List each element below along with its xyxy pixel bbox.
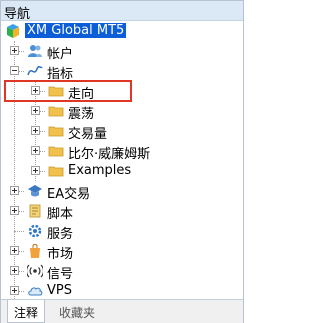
tab-comments[interactable]: 注释 [7,300,46,323]
tree-item-label: Examples [68,163,132,178]
tree-item-signals[interactable]: 信号 [1,261,241,282]
expand-plus-icon[interactable] [31,126,40,135]
expand-plus-icon[interactable] [10,186,19,195]
tree-item-examples[interactable]: Examples [1,161,241,181]
expand-plus-icon[interactable] [10,266,19,275]
market-bag-icon [27,243,43,259]
tree-item-label: 比尔·威廉姆斯 [68,147,151,162]
expand-plus-icon[interactable] [10,206,19,215]
tree-item-accounts[interactable]: 帐户 [1,41,241,62]
folder-icon [48,103,64,119]
tree-item-indicators[interactable]: 指标 [1,61,241,82]
cloud-icon [27,283,43,299]
script-icon [27,203,43,219]
tree-item-bill-williams[interactable]: 比尔·威廉姆斯 [1,141,241,162]
tab-favorites[interactable]: 收藏夹 [53,300,101,323]
indicators-icon [27,63,43,79]
services-gear-icon [27,223,43,239]
tree-root-label: XM Global MT5 [25,23,127,38]
navigator-panel: 导航 XM Global MT5 帐户 指标 走向 震荡 交易量 比尔·威廉姆斯… [0,0,244,323]
expand-plus-icon[interactable] [10,46,19,55]
expand-plus-icon[interactable] [10,246,19,255]
expand-plus-icon[interactable] [31,146,40,155]
tree-item-oscillators[interactable]: 震荡 [1,101,241,122]
folder-icon [48,123,64,139]
expand-plus-icon[interactable] [10,286,19,295]
expand-plus-icon[interactable] [31,106,40,115]
tree-item-scripts[interactable]: 脚本 [1,201,241,222]
bottom-tab-bar: 注释 收藏夹 [1,299,243,323]
collapse-minus-icon[interactable] [10,66,19,75]
tree-item-label: 交易量 [68,127,108,142]
tree-item-label: 信号 [47,267,74,282]
tree-item-label: 震荡 [68,107,95,122]
tree-item-volumes[interactable]: 交易量 [1,121,241,142]
tree-item-label: EA交易 [47,187,91,202]
tree-item-services[interactable]: 服务 [1,221,241,242]
folder-icon [48,143,64,159]
graduation-cap-icon [27,183,43,199]
tree-item-label: 脚本 [47,207,74,222]
annotation-highlight-box [4,80,132,102]
panel-title: 导航 [4,7,31,22]
expand-plus-icon[interactable] [31,166,40,175]
navigator-tree: XM Global MT5 帐户 指标 走向 震荡 交易量 比尔·威廉姆斯 Ex… [1,21,243,299]
tree-root[interactable]: XM Global MT5 [1,21,241,41]
folder-icon [48,163,64,179]
tree-item-label: 帐户 [47,47,74,62]
tree-item-label: 服务 [47,227,74,242]
tree-item-expert-advisors[interactable]: EA交易 [1,181,241,202]
mt5-logo-icon [5,23,21,39]
tree-item-market[interactable]: 市场 [1,241,241,262]
tree-item-label: VPS [47,283,72,298]
signal-icon [25,263,45,279]
accounts-icon [27,43,43,59]
tree-item-vps[interactable]: VPS [1,281,241,301]
tree-item-label: 市场 [47,247,74,262]
navigator-title-bar: 导航 [1,1,243,22]
